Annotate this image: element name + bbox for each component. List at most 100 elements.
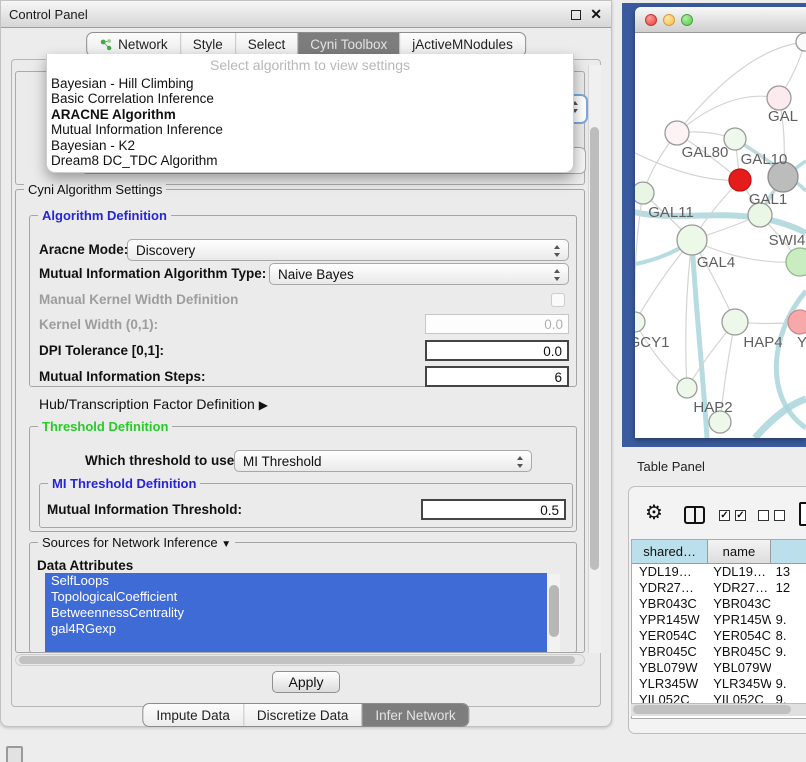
data-attribute-item[interactable]: BetweennessCentrality	[45, 605, 547, 621]
algorithm-option[interactable]: Basic Correlation Inference	[47, 91, 573, 106]
table-cell[interactable]: YLR345W	[632, 676, 708, 692]
float-panel-icon[interactable]	[571, 10, 581, 20]
close-icon[interactable]: ✕	[590, 6, 602, 23]
node-hap4[interactable]	[722, 309, 748, 335]
tab-infer-network[interactable]: Infer Network	[361, 704, 468, 726]
table-cell[interactable]: YPR145W	[632, 612, 708, 628]
mi-threshold-field[interactable]: 0.5	[421, 499, 566, 520]
tab-network[interactable]: Network	[87, 33, 180, 56]
table-panel-title: Table Panel	[637, 459, 705, 474]
unchecked-checkbox-icon[interactable]	[774, 510, 785, 521]
table-cell[interactable]: 9.	[771, 644, 806, 660]
node-gal80[interactable]	[665, 121, 689, 145]
apply-button[interactable]: Apply	[272, 671, 340, 693]
table-row[interactable]: YBR045CYBR045C9.	[632, 644, 806, 660]
table-row[interactable]: YBR043CYBR043C	[632, 596, 806, 612]
node-top-partial[interactable]	[796, 33, 806, 51]
tab-select[interactable]: Select	[235, 33, 298, 56]
gear-icon[interactable]: ⚙	[645, 500, 663, 525]
table-cell[interactable]: YDL19…	[632, 564, 708, 580]
table-row[interactable]: YER054CYER054C8.	[632, 628, 806, 644]
table-cell[interactable]: YDR27…	[632, 580, 708, 596]
table-cell[interactable]: YDL19…	[708, 564, 770, 580]
settings-horizontal-scrollbar-thumb[interactable]	[19, 656, 575, 664]
kernel-width-field[interactable]: 0.0	[425, 314, 569, 334]
algorithm-option[interactable]: Bayesian - Hill Climbing	[47, 76, 573, 91]
tab-cyni-toolbox[interactable]: Cyni Toolbox	[297, 33, 399, 56]
node-green-right[interactable]	[786, 248, 806, 276]
unchecked-checkbox-icon[interactable]	[758, 510, 769, 521]
column-header-name[interactable]: name	[708, 540, 770, 564]
network-canvas[interactable]: GALGAL80GAL10GAL1GAL11SWI4GAL4GCY1HAP4YH…	[635, 33, 806, 438]
data-attributes-list[interactable]: SelfLoopsTopologicalCoefficientBetweenne…	[45, 573, 547, 652]
table-cell[interactable]: 9.	[771, 676, 806, 692]
node-pink-top[interactable]	[767, 86, 791, 110]
table-cell[interactable]: 13	[771, 564, 806, 580]
table-cell[interactable]: YBR045C	[708, 644, 770, 660]
mi-steps-field[interactable]: 6	[425, 366, 569, 387]
column-header-shared-name[interactable]: shared…	[632, 540, 708, 564]
algorithm-option[interactable]: Dream8 DC_TDC Algorithm	[47, 153, 573, 168]
column-header-partial[interactable]	[771, 540, 806, 564]
tab-style[interactable]: Style	[180, 33, 235, 56]
algorithm-option[interactable]: Mutual Information Inference	[47, 122, 573, 137]
window-zoom-icon[interactable]	[681, 14, 693, 26]
mi-algorithm-type-combobox[interactable]: Naive Bayes	[269, 263, 569, 285]
aracne-mode-combobox[interactable]: Discovery	[127, 239, 569, 261]
node-gal4[interactable]	[677, 225, 707, 255]
table-row[interactable]: YLR345WYLR345W9.	[632, 676, 806, 692]
hub-definition-toggle[interactable]: Hub/Transcription Factor Definition ▶	[39, 396, 268, 412]
table-cell[interactable]: YER054C	[708, 628, 770, 644]
tab-discretize-data[interactable]: Discretize Data	[243, 704, 362, 726]
data-attribute-item[interactable]: gal4RGexp	[45, 621, 547, 637]
tab-jactivemnodules[interactable]: jActiveMNodules	[399, 33, 525, 56]
table-cell[interactable]: YBR043C	[708, 596, 770, 612]
network-window-titlebar[interactable]	[635, 7, 806, 33]
node-hap2[interactable]	[677, 378, 697, 398]
table-cell[interactable]	[771, 660, 806, 676]
window-close-icon[interactable]	[645, 14, 657, 26]
data-attribute-item[interactable]: TopologicalCoefficient	[45, 589, 547, 605]
data-attribute-item[interactable]: SelfLoops	[45, 573, 547, 589]
table-cell[interactable]	[771, 596, 806, 612]
tab-impute-data[interactable]: Impute Data	[143, 704, 243, 726]
dpi-tolerance-field[interactable]: 0.0	[425, 340, 569, 361]
table-row[interactable]: YDR27…YDR27…12	[632, 580, 806, 596]
network-edge[interactable]	[635, 322, 687, 388]
table-cell[interactable]: YBL079W	[632, 660, 708, 676]
table-row[interactable]: YPR145WYPR145W9.	[632, 612, 806, 628]
table-cell[interactable]: YLR345W	[708, 676, 770, 692]
table-cell[interactable]: YBR043C	[632, 596, 708, 612]
checked-checkbox-icon[interactable]: ✓	[735, 510, 746, 521]
settings-vertical-scrollbar-thumb[interactable]	[590, 127, 599, 570]
table-row[interactable]: YBL079WYBL079W	[632, 660, 806, 676]
manual-kernel-width-checkbox[interactable]	[551, 293, 565, 307]
table-cell[interactable]: YPR145W	[708, 612, 770, 628]
node-gal11[interactable]	[635, 182, 654, 204]
table-cell[interactable]: YER054C	[632, 628, 708, 644]
table-horizontal-scrollbar-thumb[interactable]	[633, 705, 791, 714]
table-cell[interactable]: 9.	[771, 612, 806, 628]
kernel-width-label: Kernel Width (0,1):	[39, 317, 158, 332]
checked-checkbox-icon[interactable]: ✓	[719, 510, 730, 521]
minimized-panel-icon[interactable]	[6, 746, 23, 762]
node-red[interactable]	[729, 169, 751, 191]
node-gcy1[interactable]	[635, 312, 645, 332]
table-cell[interactable]: YDR27…	[708, 580, 770, 596]
attributes-scrollbar-thumb[interactable]	[549, 585, 559, 637]
algorithm-option[interactable]: Bayesian - K2	[47, 138, 573, 153]
columns-icon[interactable]	[684, 506, 705, 524]
table-cell[interactable]: 12	[771, 580, 806, 596]
node-label: GAL4	[697, 254, 735, 271]
sources-title[interactable]: Sources for Network Inference ▼	[38, 535, 235, 550]
node-label: GCY1	[635, 334, 669, 351]
table-cell[interactable]: YBR045C	[632, 644, 708, 660]
node-salmon[interactable]	[788, 310, 806, 334]
table-cell[interactable]: YBL079W	[708, 660, 770, 676]
algorithm-option[interactable]: ARACNE Algorithm	[47, 107, 573, 122]
document-icon[interactable]	[799, 502, 806, 526]
which-threshold-combobox[interactable]: MI Threshold	[234, 450, 532, 472]
table-cell[interactable]: 8.	[771, 628, 806, 644]
window-minimize-icon[interactable]	[663, 14, 675, 26]
table-row[interactable]: YDL19…YDL19…13	[632, 564, 806, 580]
